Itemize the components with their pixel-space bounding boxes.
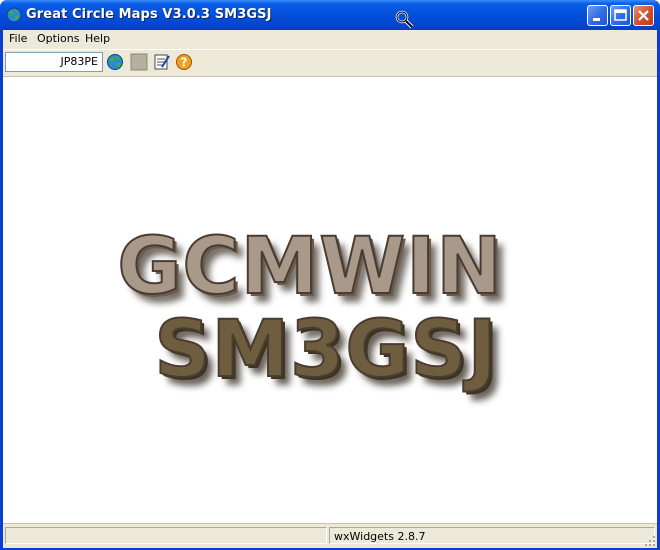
resize-grip-icon[interactable] <box>644 535 656 547</box>
toolbar: JP83PE ? <box>3 50 657 77</box>
magnifier-cursor-icon <box>395 10 414 29</box>
splash-title: GCMWIN <box>116 221 503 313</box>
globe-icon <box>6 7 22 23</box>
close-button[interactable] <box>633 5 654 26</box>
maximize-button[interactable] <box>610 5 631 26</box>
status-pane-main <box>5 527 327 544</box>
client-area: File Options Help JP83PE ? GCMWIN SM3GSJ… <box>3 30 657 548</box>
status-bar: wxWidgets 2.8.7 <box>3 523 657 548</box>
minimize-icon <box>593 18 600 21</box>
maximize-icon <box>614 9 627 21</box>
window-title: Great Circle Maps V3.0.3 SM3GSJ <box>26 7 272 22</box>
edit-icon[interactable] <box>153 53 171 71</box>
globe-icon[interactable] <box>106 53 124 71</box>
help-icon[interactable]: ? <box>175 53 193 71</box>
app-window: Great Circle Maps V3.0.3 SM3GSJ File Opt… <box>0 0 660 550</box>
close-icon <box>638 10 649 21</box>
menu-help[interactable]: Help <box>85 32 110 45</box>
map-canvas[interactable]: GCMWIN SM3GSJ <box>3 77 657 522</box>
status-pane-version: wxWidgets 2.8.7 <box>329 527 655 544</box>
menu-options[interactable]: Options <box>37 32 79 45</box>
title-bar[interactable]: Great Circle Maps V3.0.3 SM3GSJ <box>0 0 660 30</box>
menu-bar: File Options Help <box>3 30 657 50</box>
minimize-button[interactable] <box>587 5 608 26</box>
status-text-version: wxWidgets 2.8.7 <box>334 530 426 543</box>
splash-callsign: SM3GSJ <box>153 304 498 396</box>
svg-text:?: ? <box>181 56 188 70</box>
locator-field[interactable]: JP83PE <box>5 52 103 72</box>
blank-icon[interactable] <box>130 53 148 71</box>
menu-file[interactable]: File <box>9 32 27 45</box>
